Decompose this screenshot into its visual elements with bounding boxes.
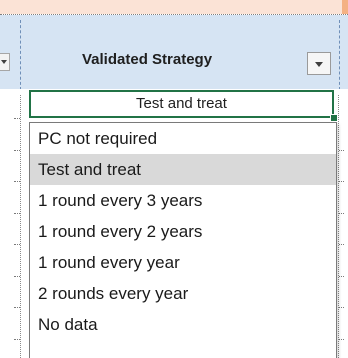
- column-separator-right: [339, 20, 340, 90]
- row-gridline: [339, 276, 344, 277]
- dropdown-option-1-round-every-3-years[interactable]: 1 round every 3 years: [30, 185, 336, 216]
- fill-handle[interactable]: [330, 114, 338, 122]
- cell-border-left: [20, 95, 21, 358]
- cell-border-right: [338, 95, 339, 358]
- dropdown-option-no-data[interactable]: No data: [30, 309, 336, 340]
- dropdown-option-pc-not-required[interactable]: PC not required: [30, 123, 336, 154]
- top-row-strip: [0, 0, 348, 14]
- row-gridline: [14, 213, 20, 214]
- row-gridline: [14, 150, 20, 151]
- row-gridline: [14, 118, 20, 119]
- active-cell[interactable]: Test and treat: [29, 90, 334, 118]
- row-gridline: [14, 181, 20, 182]
- filter-dropdown-button[interactable]: [307, 52, 331, 75]
- row-gridline: [14, 307, 20, 308]
- row-gridline: [339, 244, 344, 245]
- row-gridline: [14, 244, 20, 245]
- validation-dropdown-list[interactable]: PC not required Test and treat 1 round e…: [29, 122, 337, 358]
- dropdown-option-2-rounds-every-year[interactable]: 2 rounds every year: [30, 278, 336, 309]
- row-gridline: [339, 181, 344, 182]
- chevron-down-icon: [1, 60, 7, 64]
- chevron-down-icon: [315, 62, 323, 67]
- dropdown-option-1-round-every-year[interactable]: 1 round every year: [30, 247, 336, 278]
- prev-column-filter-button[interactable]: [0, 53, 10, 71]
- row-gridline: [339, 339, 344, 340]
- dropdown-option-1-round-every-2-years[interactable]: 1 round every 2 years: [30, 216, 336, 247]
- column-header-title: Validated Strategy: [82, 51, 213, 68]
- adjacent-cell-marker: [342, 0, 348, 14]
- row-gridline: [14, 339, 20, 340]
- row-gridline: [339, 307, 344, 308]
- row-gridline: [339, 213, 344, 214]
- column-separator-left: [20, 20, 21, 90]
- dropdown-option-test-and-treat[interactable]: Test and treat: [30, 154, 336, 185]
- row-gridline: [14, 276, 20, 277]
- row-gridline: [339, 150, 344, 151]
